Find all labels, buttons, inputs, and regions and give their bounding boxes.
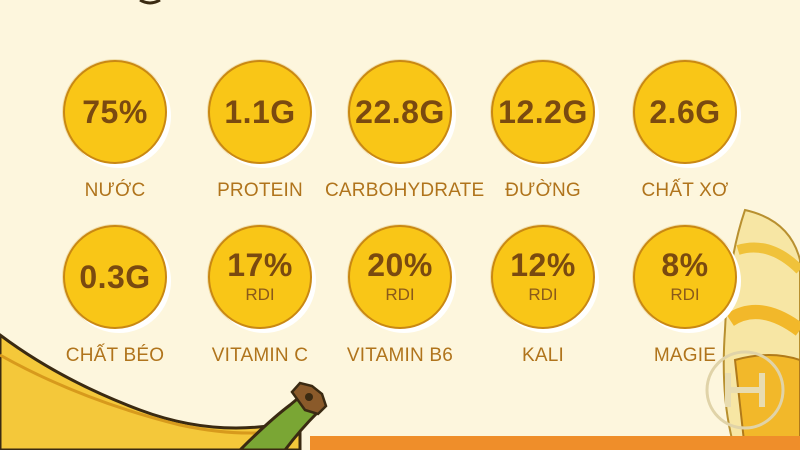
nutrient-value: 1.1G <box>224 94 296 130</box>
nutrient-unit: RDI <box>670 285 700 304</box>
nutrient-unit: RDI <box>245 285 275 304</box>
nutrient-unit: RDI <box>385 285 415 304</box>
nutrient-circle: 17% RDI <box>208 225 312 329</box>
nutrient-label: CHẤT XƠ <box>641 180 729 201</box>
nutrient-fiber: 2.6G CHẤT XƠ <box>610 60 760 202</box>
nutrient-circle: 8% RDI <box>633 225 737 329</box>
nutrient-label: ĐƯỜNG <box>505 180 581 201</box>
nutrient-value: 0.3G <box>79 259 151 295</box>
nutrient-value: 17% <box>227 247 293 283</box>
nutrient-label: NƯỚC <box>84 180 146 201</box>
nutrient-sugar: 12.2G ĐƯỜNG <box>468 60 618 202</box>
nutrient-circle: 12.2G <box>491 60 595 164</box>
nutrient-potassium: 12% RDI KALI <box>468 225 618 367</box>
nutrient-value: 8% <box>661 247 709 283</box>
nutrient-magnesium: 8% RDI MAGIE <box>610 225 760 367</box>
nutrient-label: MAGIE <box>653 345 717 366</box>
nutrient-label: KALI <box>522 345 564 366</box>
nutrient-value: 12.2G <box>498 94 588 130</box>
nutrient-value: 12% <box>510 247 576 283</box>
nutrient-circle: 20% RDI <box>348 225 452 329</box>
nutrient-value: 22.8G <box>355 94 445 130</box>
nutrient-value: 20% <box>367 247 433 283</box>
nutrient-circle: 1.1G <box>208 60 312 164</box>
nutrient-circle: 75% <box>63 60 167 164</box>
nutrient-label: PROTEIN <box>217 180 303 201</box>
nutrient-vitamin-b6: 20% RDI VITAMIN B6 <box>325 225 475 367</box>
nutrition-grid: 75% NƯỚC 1.1G PROTEIN 22.8G CARBOHYDRATE… <box>0 0 800 450</box>
nutrient-value: 75% <box>82 94 148 130</box>
nutrient-circle: 0.3G <box>63 225 167 329</box>
nutrient-label: CHẤT BÉO <box>65 345 165 366</box>
nutrient-label: VITAMIN B6 <box>346 345 454 366</box>
nutrient-unit: RDI <box>528 285 558 304</box>
nutrient-protein: 1.1G PROTEIN <box>185 60 335 202</box>
nutrient-label: CARBOHYDRATE <box>325 180 485 201</box>
nutrient-circle: 22.8G <box>348 60 452 164</box>
nutrient-carbohydrate: 22.8G CARBOHYDRATE <box>325 60 485 202</box>
nutrient-circle: 2.6G <box>633 60 737 164</box>
nutrient-label: VITAMIN C <box>211 345 309 366</box>
nutrient-value: 2.6G <box>649 94 721 130</box>
nutrient-water: 75% NƯỚC <box>40 60 190 202</box>
nutrient-fat: 0.3G CHẤT BÉO <box>40 225 190 367</box>
nutrient-vitamin-c: 17% RDI VITAMIN C <box>185 225 335 367</box>
nutrient-circle: 12% RDI <box>491 225 595 329</box>
